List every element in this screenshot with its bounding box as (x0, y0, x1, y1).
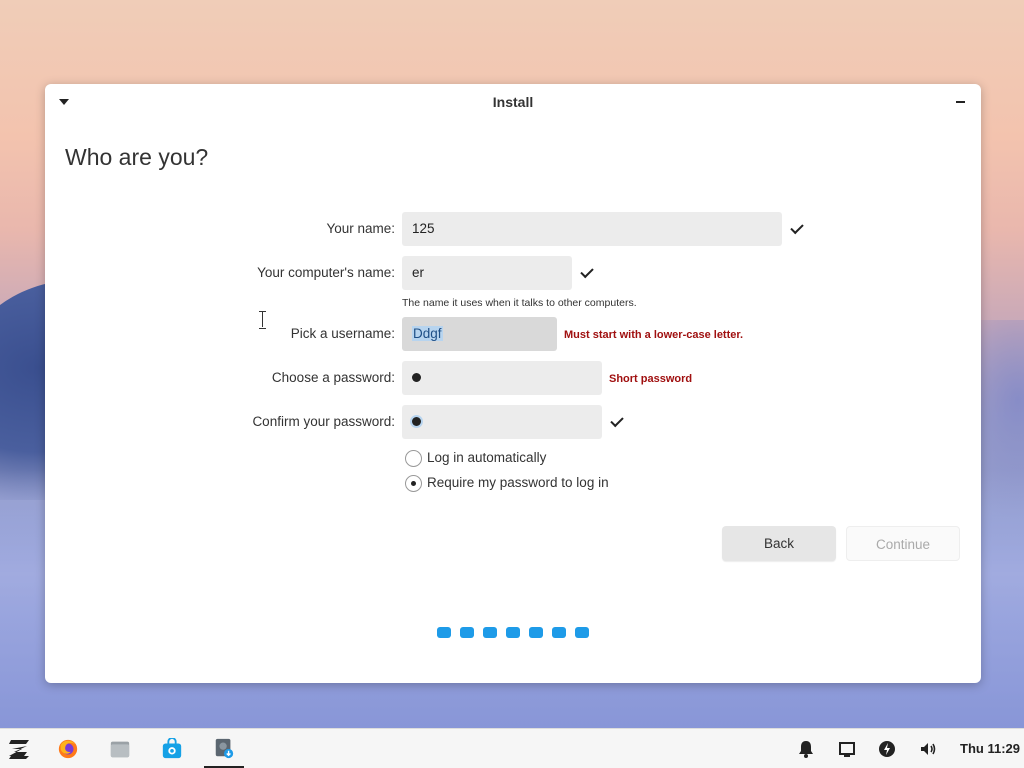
installer-icon (215, 738, 234, 759)
username-value: Ddgf (412, 326, 443, 341)
your-name-check-icon (790, 220, 804, 235)
progress-dot (483, 627, 497, 638)
clock[interactable]: Thu 11:29 (960, 741, 1020, 756)
progress-dot (460, 627, 474, 638)
zorin-menu-button[interactable] (0, 729, 40, 768)
your-name-label: Your name: (326, 221, 395, 236)
continue-button[interactable]: Continue (846, 526, 960, 561)
login-automatically-radio[interactable] (405, 450, 422, 467)
firefox-button[interactable] (48, 729, 88, 768)
username-input[interactable]: Ddgf (402, 317, 557, 351)
installer-button[interactable] (204, 729, 244, 768)
progress-dot (575, 627, 589, 638)
password-input[interactable] (402, 361, 602, 395)
installer-window: Install Who are you? Your name: 125 Your… (45, 84, 981, 683)
progress-dot (529, 627, 543, 638)
login-automatically-label: Log in automatically (427, 450, 547, 465)
confirm-password-input[interactable] (402, 405, 602, 439)
computer-name-hint: The name it uses when it talks to other … (402, 297, 637, 309)
password-dot (412, 373, 421, 382)
files-button[interactable] (100, 729, 140, 768)
files-icon (110, 741, 130, 758)
window-title: Install (492, 94, 534, 110)
require-password-radio[interactable] (405, 475, 422, 492)
password-error: Short password (609, 373, 693, 385)
computer-name-check-icon (580, 264, 594, 279)
progress-dot (506, 627, 520, 638)
text-cursor-icon (259, 311, 266, 329)
volume-icon[interactable] (918, 739, 938, 759)
username-label: Pick a username: (290, 326, 395, 341)
zorin-menu-icon (9, 740, 29, 759)
computer-name-label: Your computer's name: (257, 265, 395, 280)
firefox-icon (58, 739, 78, 759)
password-label: Choose a password: (271, 370, 395, 385)
your-name-input[interactable]: 125 (402, 212, 782, 246)
back-button[interactable]: Back (722, 526, 836, 561)
confirm-password-label: Confirm your password: (252, 414, 395, 429)
titlebar: Install (45, 84, 981, 120)
computer-name-input[interactable]: er (402, 256, 572, 290)
username-error: Must start with a lower-case letter. (564, 329, 744, 341)
taskbar: Thu 11:29 (0, 728, 1024, 768)
power-icon[interactable] (877, 739, 897, 759)
display-icon[interactable] (837, 739, 857, 759)
progress-dot (437, 627, 451, 638)
confirm-password-dot (412, 417, 421, 426)
bell-icon[interactable] (796, 739, 816, 759)
confirm-password-check-icon (610, 413, 624, 428)
minimize-icon[interactable] (956, 101, 965, 103)
software-store-icon (162, 738, 182, 759)
progress-dot (552, 627, 566, 638)
page-title: Who are you? (65, 144, 209, 170)
require-password-label: Require my password to log in (427, 475, 609, 490)
software-store-button[interactable] (152, 729, 192, 768)
